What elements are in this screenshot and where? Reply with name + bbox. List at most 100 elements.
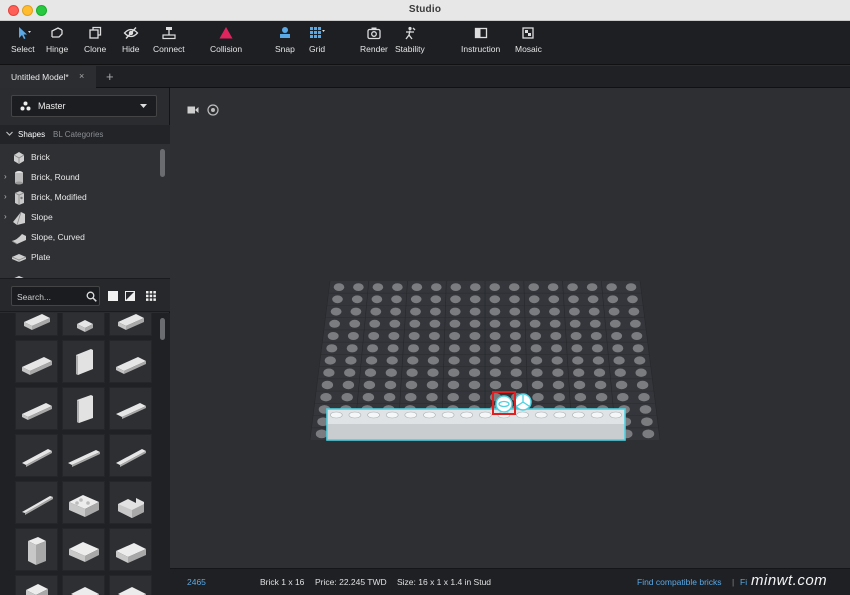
part-thumbnail[interactable] [15,313,58,336]
list-item[interactable] [0,267,170,278]
part-thumbnail[interactable] [109,387,152,430]
baseplate-stud [549,319,561,328]
chevron-right-icon[interactable]: › [4,192,7,201]
baseplate-stud [489,356,501,365]
baseplate-stud [469,368,481,377]
part-size: Size: 16 x 1 x 1.4 in Stud [397,577,492,587]
instruction-tool-button[interactable]: Instruction [461,26,500,62]
clone-tool-button[interactable]: Clone [84,26,106,62]
mosaic-tool-button[interactable]: Mosaic [515,26,542,62]
part-thumbnail[interactable] [109,575,152,595]
connect-tool-button[interactable]: Connect [153,26,185,62]
category-scrollbar[interactable] [160,149,165,177]
baseplate-stud [342,380,355,390]
tab-shapes[interactable]: Shapes [18,130,45,139]
baseplate-stud [489,380,502,390]
baseplate-stud [329,319,340,328]
window-title: Studio [408,4,442,15]
baseplate-stud [346,344,358,353]
baseplate-stud [611,332,623,340]
stability-tool-button[interactable]: Stability [395,26,425,62]
baseplate-stud [364,368,377,377]
video-camera-icon[interactable] [187,105,199,115]
part-thumbnail[interactable] [15,434,58,477]
part-thumbnail[interactable] [62,313,105,336]
baseplate-stud [489,368,501,377]
orbit-icon[interactable] [207,104,219,116]
collapse-categories-icon[interactable] [6,130,13,138]
part-thumbnail[interactable] [109,313,152,336]
palette-dropdown[interactable]: Master [11,95,157,117]
part-thumbnail[interactable] [62,387,105,430]
select-tool-button[interactable]: Select [11,26,35,62]
collision-tool-button[interactable]: Collision [210,26,242,62]
search-input[interactable] [17,290,81,304]
list-item[interactable]: › Slope [0,207,170,227]
part-thumbnail[interactable] [15,387,58,430]
part-thumbnail[interactable] [15,481,58,524]
category-label: Brick [31,152,50,162]
part-thumbnail[interactable] [15,340,58,383]
baseplate-stud [389,319,401,328]
tab-untitled-model[interactable]: Untitled Model* × [0,66,96,88]
baseplate-scene[interactable] [170,88,850,568]
chevron-right-icon[interactable]: › [4,172,7,181]
part-thumbnail[interactable] [62,481,105,524]
part-thumbnail[interactable] [109,481,152,524]
hide-tool-button[interactable]: Hide [122,26,139,62]
part-thumbnail[interactable] [109,340,152,383]
parts-grid-scrollbar[interactable] [160,318,165,340]
part-price: Price: 22.245 TWD [315,577,387,587]
part-name: Brick 1 x 16 [260,577,305,587]
baseplate-stud [573,368,585,377]
snap-tool-button[interactable]: Snap [275,26,295,62]
hinge-tool-button[interactable]: Hinge [46,26,68,62]
brick-stud [572,411,585,419]
part-thumbnail[interactable] [62,434,105,477]
part-thumbnail[interactable] [109,434,152,477]
baseplate-stud [363,380,376,390]
list-item[interactable]: Brick [0,147,170,167]
status-extra-link[interactable]: Fi [740,577,747,587]
baseplate-stud [627,295,638,304]
part-thumbnail[interactable] [109,528,152,571]
baseplate-stud [642,429,655,439]
baseplate-stud [591,344,603,353]
baseplate-stud [385,368,397,377]
add-tab-button[interactable]: + [106,69,114,84]
part-thumbnail[interactable] [62,340,105,383]
search-field[interactable] [11,286,100,306]
find-compatible-bricks-link[interactable]: Find compatible bricks [637,577,722,587]
list-item[interactable]: › Brick, Modified [0,187,170,207]
grid-view-icon[interactable] [146,291,156,301]
clone-tool-label: Clone [84,44,107,54]
baseplate-stud [349,319,361,328]
chevron-right-icon[interactable]: › [4,212,7,221]
build-viewport[interactable] [170,88,850,568]
baseplate-stud [531,356,543,365]
part-thumbnail[interactable] [62,528,105,571]
part-thumbnail[interactable] [15,575,58,595]
baseplate-stud [625,283,637,291]
half-square-view-icon[interactable] [125,291,135,301]
solid-square-view-icon[interactable] [108,291,118,301]
baseplate-stud [552,380,565,390]
brick-stud [441,411,455,419]
baseplate-stud [632,344,644,353]
render-tool-button[interactable]: Render [360,26,388,62]
tab-bl-categories[interactable]: BL Categories [53,130,103,139]
list-item[interactable]: › Brick, Round [0,167,170,187]
list-item[interactable]: Slope, Curved [0,227,170,247]
part-number[interactable]: 2465 [187,577,206,587]
brick-stud [423,411,436,419]
baseplate-stud [528,295,540,304]
part-thumbnail[interactable] [62,575,105,595]
baseplate-stud [427,368,439,377]
grid-tool-button[interactable]: Grid [309,26,325,62]
brick-stud [553,411,567,419]
part-thumbnail[interactable] [15,528,58,571]
list-item[interactable]: Plate [0,247,170,267]
search-icon[interactable] [86,291,97,302]
instruction-tool-label: Instruction [461,44,501,54]
close-tab-icon[interactable]: × [79,71,84,81]
